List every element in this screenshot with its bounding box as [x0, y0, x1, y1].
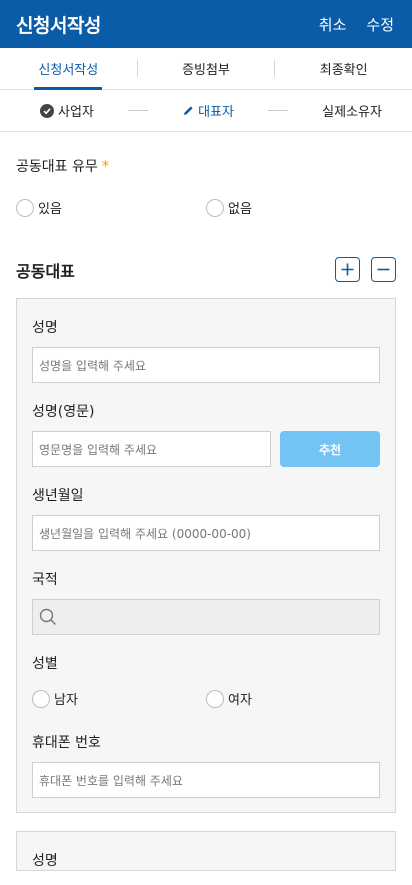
birthdate-label: 생년월일	[32, 488, 84, 504]
nationality-search-field[interactable]	[32, 599, 380, 635]
radio-circle[interactable]	[206, 689, 224, 708]
app-header: 신청서작성 취소 수정	[0, 0, 412, 48]
step-business[interactable]: 사업자	[40, 101, 94, 120]
tab-label: 증빙첨부	[182, 63, 230, 78]
form-section: 공동대표 유무 * 있음 없음 공동대표 성명 성명을 입력해 주세요 성명(영…	[0, 156, 412, 871]
phone-placeholder: 휴대폰 번호를 입력해 주세요	[39, 773, 183, 788]
co-rep-controls	[335, 257, 396, 282]
recommend-button[interactable]: 추천	[280, 431, 380, 467]
tab-final-check[interactable]: 최종확인	[275, 48, 412, 89]
radio-circle[interactable]	[32, 689, 50, 708]
english-name-placeholder: 영문명을 입력해 주세요	[39, 442, 158, 457]
remove-co-rep-button[interactable]	[371, 257, 396, 282]
name-label: 성명	[32, 320, 58, 336]
pencil-icon	[182, 105, 194, 117]
radio-circle[interactable]	[206, 198, 224, 217]
birthdate-input[interactable]: 생년월일을 입력해 주세요 (0000-00-00)	[32, 515, 380, 551]
question-label: 공동대표 유무	[16, 159, 98, 175]
radio-circle[interactable]	[16, 198, 34, 217]
step-dash	[268, 110, 289, 111]
tab-label: 신청서작성	[34, 59, 103, 90]
co-rep-title: 공동대표	[16, 261, 75, 281]
step-label: 사업자	[58, 105, 94, 120]
radio-label: 있음	[38, 202, 62, 217]
main-tabs: 신청서작성 증빙첨부 최종확인	[0, 48, 412, 90]
name-placeholder: 성명을 입력해 주세요	[39, 358, 146, 373]
step-label: 실제소유자	[322, 105, 382, 120]
nationality-label: 국적	[32, 572, 58, 588]
step-label: 대표자	[198, 105, 234, 120]
joint-rep-question: 공동대표 유무 *	[16, 156, 396, 176]
tab-evidence[interactable]: 증빙첨부	[138, 48, 275, 89]
phone-input[interactable]: 휴대폰 번호를 입력해 주세요	[32, 762, 380, 798]
co-rep-card: 성명 성명을 입력해 주세요 성명(영문) 영문명을 입력해 주세요 추천 생년…	[16, 298, 396, 813]
radio-male[interactable]: 남자	[32, 689, 206, 708]
step-representative[interactable]: 대표자	[182, 101, 234, 120]
name-input[interactable]: 성명을 입력해 주세요	[32, 347, 380, 383]
page-title: 신청서작성	[16, 14, 101, 37]
required-mark: *	[101, 157, 110, 175]
english-name-input[interactable]: 영문명을 입력해 주세요	[32, 431, 271, 467]
add-co-rep-button[interactable]	[335, 257, 360, 282]
step-beneficial-owner[interactable]: 실제소유자	[322, 101, 382, 120]
radio-female[interactable]: 여자	[206, 689, 380, 708]
tab-label: 최종확인	[319, 63, 368, 78]
radio-label: 남자	[54, 693, 78, 708]
birthdate-placeholder: 생년월일을 입력해 주세요 (0000-00-00)	[39, 526, 251, 541]
search-icon	[39, 608, 56, 625]
radio-yes[interactable]: 있음	[16, 198, 206, 217]
check-circle-icon	[40, 103, 54, 118]
radio-label: 여자	[228, 693, 252, 708]
english-name-label: 성명(영문)	[32, 404, 95, 420]
co-rep-card-2: 성명	[16, 831, 396, 871]
step-indicator: 사업자 대표자 실제소유자	[0, 90, 412, 132]
name-label: 성명	[32, 853, 58, 869]
edit-button[interactable]: 수정	[366, 14, 394, 35]
tab-application[interactable]: 신청서작성	[0, 48, 137, 90]
plus-icon	[341, 263, 354, 276]
co-rep-header: 공동대표	[16, 257, 396, 282]
cancel-button[interactable]: 취소	[319, 14, 347, 35]
joint-rep-radio-group: 있음 없음	[16, 198, 396, 217]
english-name-row: 영문명을 입력해 주세요 추천	[32, 431, 380, 467]
header-actions: 취소 수정	[319, 14, 394, 35]
gender-label: 성별	[32, 656, 58, 672]
radio-label: 없음	[228, 202, 252, 217]
gender-radio-group: 남자 여자	[32, 689, 380, 708]
radio-no[interactable]: 없음	[206, 198, 396, 217]
phone-label: 휴대폰 번호	[32, 735, 101, 751]
minus-icon	[377, 268, 390, 271]
step-dash	[127, 110, 148, 111]
